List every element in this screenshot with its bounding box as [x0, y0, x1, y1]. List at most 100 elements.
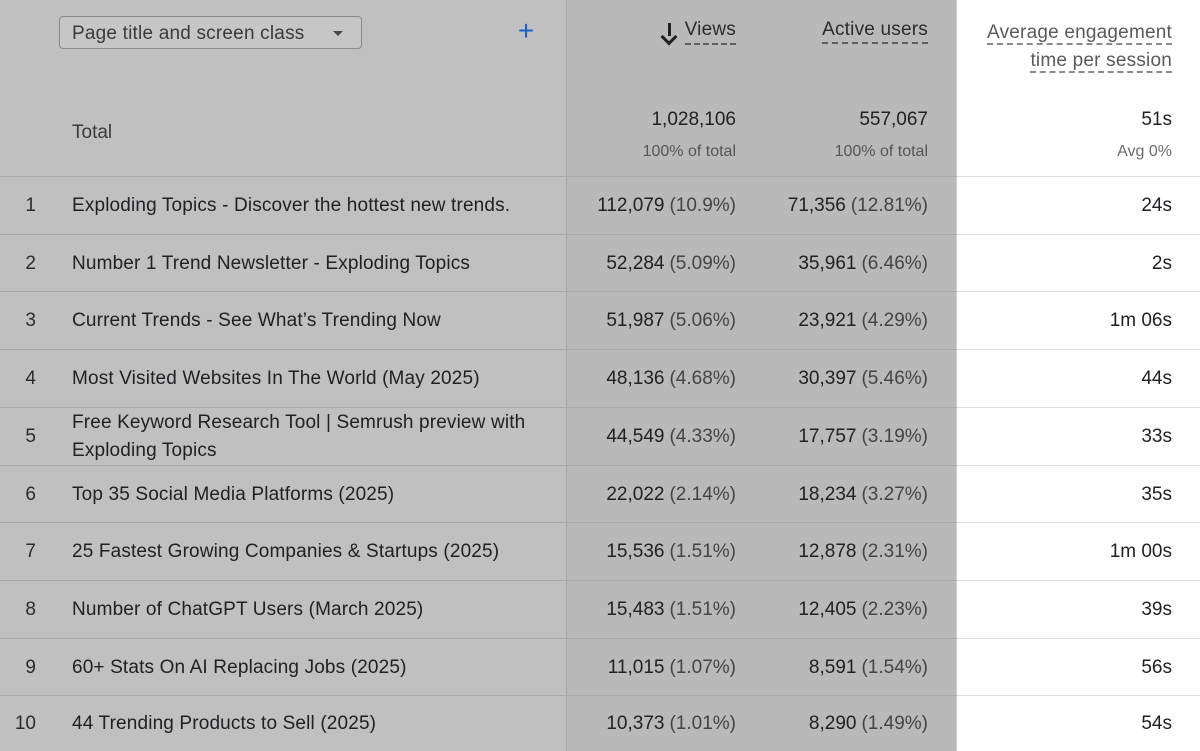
- totals-active-users: 557,067 100% of total: [835, 109, 928, 161]
- row-page-title: Most Visited Websites In The World (May …: [72, 367, 480, 389]
- row-engagement: 24s: [1141, 194, 1172, 216]
- row-views-pct: (2.14%): [669, 483, 736, 505]
- row-page-title: Exploding Topics - Discover the hottest …: [72, 194, 511, 216]
- totals-active-users-value: 557,067: [859, 109, 928, 130]
- row-users-pct: (3.27%): [861, 483, 928, 505]
- table-row[interactable]: 4 Most Visited Websites In The World (Ma…: [0, 350, 1200, 407]
- row-engagement: 56s: [1141, 656, 1172, 678]
- table-row[interactable]: 2 Number 1 Trend Newsletter - Exploding …: [0, 235, 1200, 292]
- row-views-value: 10,373: [606, 712, 665, 734]
- table-row[interactable]: 8 Number of ChatGPT Users (March 2025) 1…: [0, 581, 1200, 638]
- row-rank: 6: [25, 483, 36, 505]
- table-row[interactable]: 7 25 Fastest Growing Companies & Startup…: [0, 523, 1200, 580]
- table-row[interactable]: 6 Top 35 Social Media Platforms (2025) 2…: [0, 466, 1200, 523]
- row-page-title: Current Trends - See What’s Trending Now: [72, 309, 441, 331]
- row-active-users: 8,290 (1.49%): [809, 696, 928, 751]
- row-views-value: 44,549: [606, 425, 665, 447]
- totals-engagement-sub: Avg 0%: [1117, 143, 1172, 160]
- row-views-pct: (1.01%): [669, 712, 736, 734]
- row-users-pct: (1.49%): [861, 712, 928, 734]
- row-rank: 5: [25, 425, 36, 447]
- column-header-active-users[interactable]: Active users: [822, 19, 928, 44]
- row-users-value: 8,290: [808, 712, 857, 734]
- row-active-users: 12,878 (2.31%): [798, 523, 928, 580]
- row-engagement: 1m 06s: [1109, 309, 1172, 331]
- table-row[interactable]: 3 Current Trends - See What’s Trending N…: [0, 292, 1200, 349]
- row-engagement: 39s: [1141, 598, 1172, 620]
- row-views-pct: (4.33%): [669, 425, 736, 447]
- column-header-engagement-line2: time per session: [1030, 50, 1172, 73]
- row-views: 112,079 (10.9%): [597, 177, 736, 234]
- row-views: 52,284 (5.09%): [606, 235, 736, 292]
- caret-down-icon: [333, 31, 343, 36]
- table-row[interactable]: 9 60+ Stats On AI Replacing Jobs (2025) …: [0, 639, 1200, 696]
- row-views-value: 48,136: [606, 367, 665, 389]
- row-views-value: 15,536: [606, 540, 665, 562]
- row-rank: 7: [25, 540, 36, 562]
- row-page-title: Number 1 Trend Newsletter - Exploding To…: [72, 252, 471, 274]
- column-header-active-users-label: Active users: [822, 19, 928, 44]
- table-row[interactable]: 1 Exploding Topics - Discover the hottes…: [0, 177, 1200, 234]
- sort-descending-icon: [661, 22, 679, 42]
- row-views: 11,015 (1.07%): [608, 639, 736, 696]
- row-active-users: 18,234 (3.27%): [798, 466, 928, 523]
- row-views: 44,549 (4.33%): [606, 408, 736, 465]
- add-dimension-button[interactable]: +: [513, 16, 539, 46]
- dimension-select[interactable]: Page title and screen class: [59, 16, 362, 49]
- row-users-value: 17,757: [798, 425, 857, 447]
- totals-views-sub: 100% of total: [642, 143, 736, 160]
- row-active-users: 71,356 (12.81%): [788, 177, 928, 234]
- row-active-users: 17,757 (3.19%): [798, 408, 928, 465]
- totals-views: 1,028,106 100% of total: [643, 109, 736, 161]
- row-page-title: Free Keyword Research Tool | Semrush pre…: [72, 411, 526, 461]
- row-views-value: 52,284: [606, 252, 665, 274]
- row-users-pct: (1.54%): [861, 656, 928, 678]
- row-rank: 4: [25, 367, 36, 389]
- row-views-pct: (10.9%): [669, 194, 736, 216]
- table-row[interactable]: 5 Free Keyword Research Tool | Semrush p…: [0, 408, 1200, 465]
- totals-active-users-sub: 100% of total: [834, 143, 928, 160]
- row-active-users: 35,961 (6.46%): [798, 235, 928, 292]
- row-views-pct: (1.07%): [669, 656, 736, 678]
- row-active-users: 8,591 (1.54%): [809, 639, 928, 696]
- row-page-title: 60+ Stats On AI Replacing Jobs (2025): [72, 656, 407, 678]
- row-rank: 1: [25, 194, 36, 216]
- totals-engagement-value: 51s: [1141, 109, 1172, 130]
- column-header-views-label: Views: [684, 19, 736, 45]
- row-users-value: 23,921: [798, 309, 857, 331]
- row-active-users: 23,921 (4.29%): [798, 292, 928, 349]
- column-header-engagement[interactable]: Average engagement time per session: [987, 19, 1172, 75]
- row-views-pct: (4.68%): [669, 367, 736, 389]
- row-rank: 8: [25, 598, 36, 620]
- row-engagement: 35s: [1141, 483, 1172, 505]
- row-page-title: Top 35 Social Media Platforms (2025): [72, 483, 395, 505]
- report-table: Page title and screen class + Views Acti…: [0, 0, 1200, 751]
- row-users-value: 12,878: [798, 540, 857, 562]
- row-views: 48,136 (4.68%): [606, 350, 736, 407]
- row-views-pct: (1.51%): [669, 598, 736, 620]
- row-active-users: 30,397 (5.46%): [798, 350, 928, 407]
- column-header-views[interactable]: Views: [661, 19, 736, 45]
- row-views: 22,022 (2.14%): [606, 466, 736, 523]
- row-page-title: 44 Trending Products to Sell (2025): [72, 712, 377, 734]
- row-page-title: 25 Fastest Growing Companies & Startups …: [72, 540, 500, 562]
- row-engagement: 2s: [1151, 252, 1172, 274]
- row-engagement: 1m 00s: [1109, 540, 1172, 562]
- row-users-pct: (4.29%): [861, 309, 928, 331]
- row-users-value: 30,397: [798, 367, 857, 389]
- row-users-value: 71,356: [787, 194, 846, 216]
- row-views-value: 22,022: [606, 483, 665, 505]
- row-rank: 10: [14, 712, 36, 734]
- row-views: 51,987 (5.06%): [606, 292, 736, 349]
- row-views-pct: (5.06%): [669, 309, 736, 331]
- totals-engagement: 51s Avg 0%: [1117, 109, 1172, 161]
- row-views-pct: (5.09%): [669, 252, 736, 274]
- row-users-value: 35,961: [798, 252, 857, 274]
- row-views-value: 112,079: [597, 194, 665, 216]
- row-active-users: 12,405 (2.23%): [798, 581, 928, 638]
- table-row[interactable]: 10 44 Trending Products to Sell (2025) 1…: [0, 696, 1200, 751]
- totals-label: Total: [72, 122, 113, 143]
- row-views: 15,483 (1.51%): [606, 581, 736, 638]
- totals-views-value: 1,028,106: [651, 109, 736, 130]
- row-users-pct: (3.19%): [861, 425, 928, 447]
